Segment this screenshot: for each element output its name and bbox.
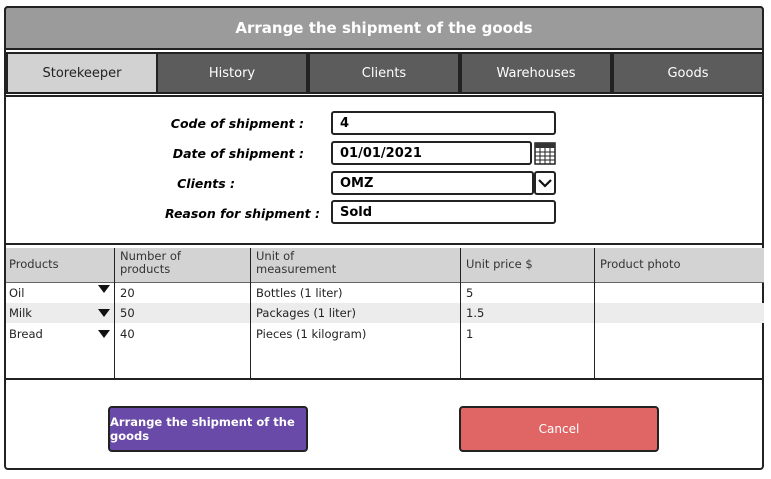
- count-cell: 20: [120, 286, 135, 300]
- unit-cell: Bottles (1 liter): [256, 286, 343, 300]
- code-of-shipment-label: Code of shipment :: [170, 116, 304, 131]
- tab-storekeeper[interactable]: Storekeeper: [6, 52, 158, 94]
- clients-label: Clients :: [177, 176, 235, 191]
- date-of-shipment-label: Date of shipment :: [172, 146, 304, 161]
- column-divider: [114, 248, 115, 380]
- product-cell[interactable]: Bread: [9, 327, 43, 341]
- clients-select[interactable]: OMZ: [331, 171, 534, 195]
- count-cell: 40: [120, 327, 135, 341]
- table-row[interactable]: Oil 20 Bottles (1 liter) 5: [6, 283, 764, 303]
- column-divider: [594, 248, 595, 380]
- column-divider: [460, 248, 461, 380]
- count-cell: 50: [120, 306, 135, 320]
- tab-bar: Storekeeper History Clients Warehouses G…: [6, 52, 764, 96]
- col-products: Products: [9, 257, 59, 271]
- products-table: Products Number of products Unit of meas…: [6, 248, 764, 380]
- reason-for-shipment-input[interactable]: Sold: [331, 200, 556, 224]
- table-row[interactable]: Bread 40 Pieces (1 kilogram) 1: [6, 324, 764, 344]
- unit-cell: Pieces (1 kilogram): [256, 327, 367, 341]
- tab-warehouses[interactable]: Warehouses: [460, 52, 612, 94]
- window-title: Arrange the shipment of the goods: [4, 6, 764, 50]
- tab-divider: [4, 95, 764, 97]
- col-product-photo: Product photo: [600, 257, 681, 271]
- col-number-of-products: Number of products: [120, 249, 181, 276]
- chevron-down-icon: [538, 179, 552, 188]
- price-cell: 1: [466, 327, 474, 341]
- calendar-icon[interactable]: [534, 141, 556, 165]
- price-cell: 5: [466, 286, 474, 300]
- code-of-shipment-input[interactable]: 4: [331, 111, 556, 135]
- cancel-button[interactable]: Cancel: [459, 406, 659, 452]
- triangle-down-icon[interactable]: [98, 309, 110, 317]
- col-unit-of-measurement: Unit of measurement: [256, 249, 337, 276]
- arrange-shipment-button[interactable]: Arrange the shipment of the goods: [108, 406, 308, 452]
- triangle-down-icon[interactable]: [98, 330, 110, 338]
- table-row[interactable]: Milk 50 Packages (1 liter) 1.5: [6, 303, 764, 323]
- col-unit-price: Unit price $: [466, 257, 533, 271]
- price-cell: 1.5: [466, 306, 485, 320]
- tab-goods[interactable]: Goods: [612, 52, 764, 94]
- date-of-shipment-input[interactable]: 01/01/2021: [331, 141, 532, 165]
- column-divider: [250, 248, 251, 380]
- product-cell[interactable]: Oil: [9, 286, 24, 300]
- clients-dropdown-button[interactable]: [534, 171, 556, 195]
- triangle-down-icon[interactable]: [98, 285, 110, 293]
- unit-cell: Packages (1 liter): [256, 306, 356, 320]
- tab-clients[interactable]: Clients: [308, 52, 460, 94]
- reason-for-shipment-label: Reason for shipment :: [164, 206, 320, 221]
- table-divider: [4, 378, 764, 380]
- product-cell[interactable]: Milk: [9, 306, 32, 320]
- tab-history[interactable]: History: [156, 52, 308, 94]
- form-divider: [4, 243, 764, 245]
- table-header: Products Number of products Unit of meas…: [6, 248, 764, 283]
